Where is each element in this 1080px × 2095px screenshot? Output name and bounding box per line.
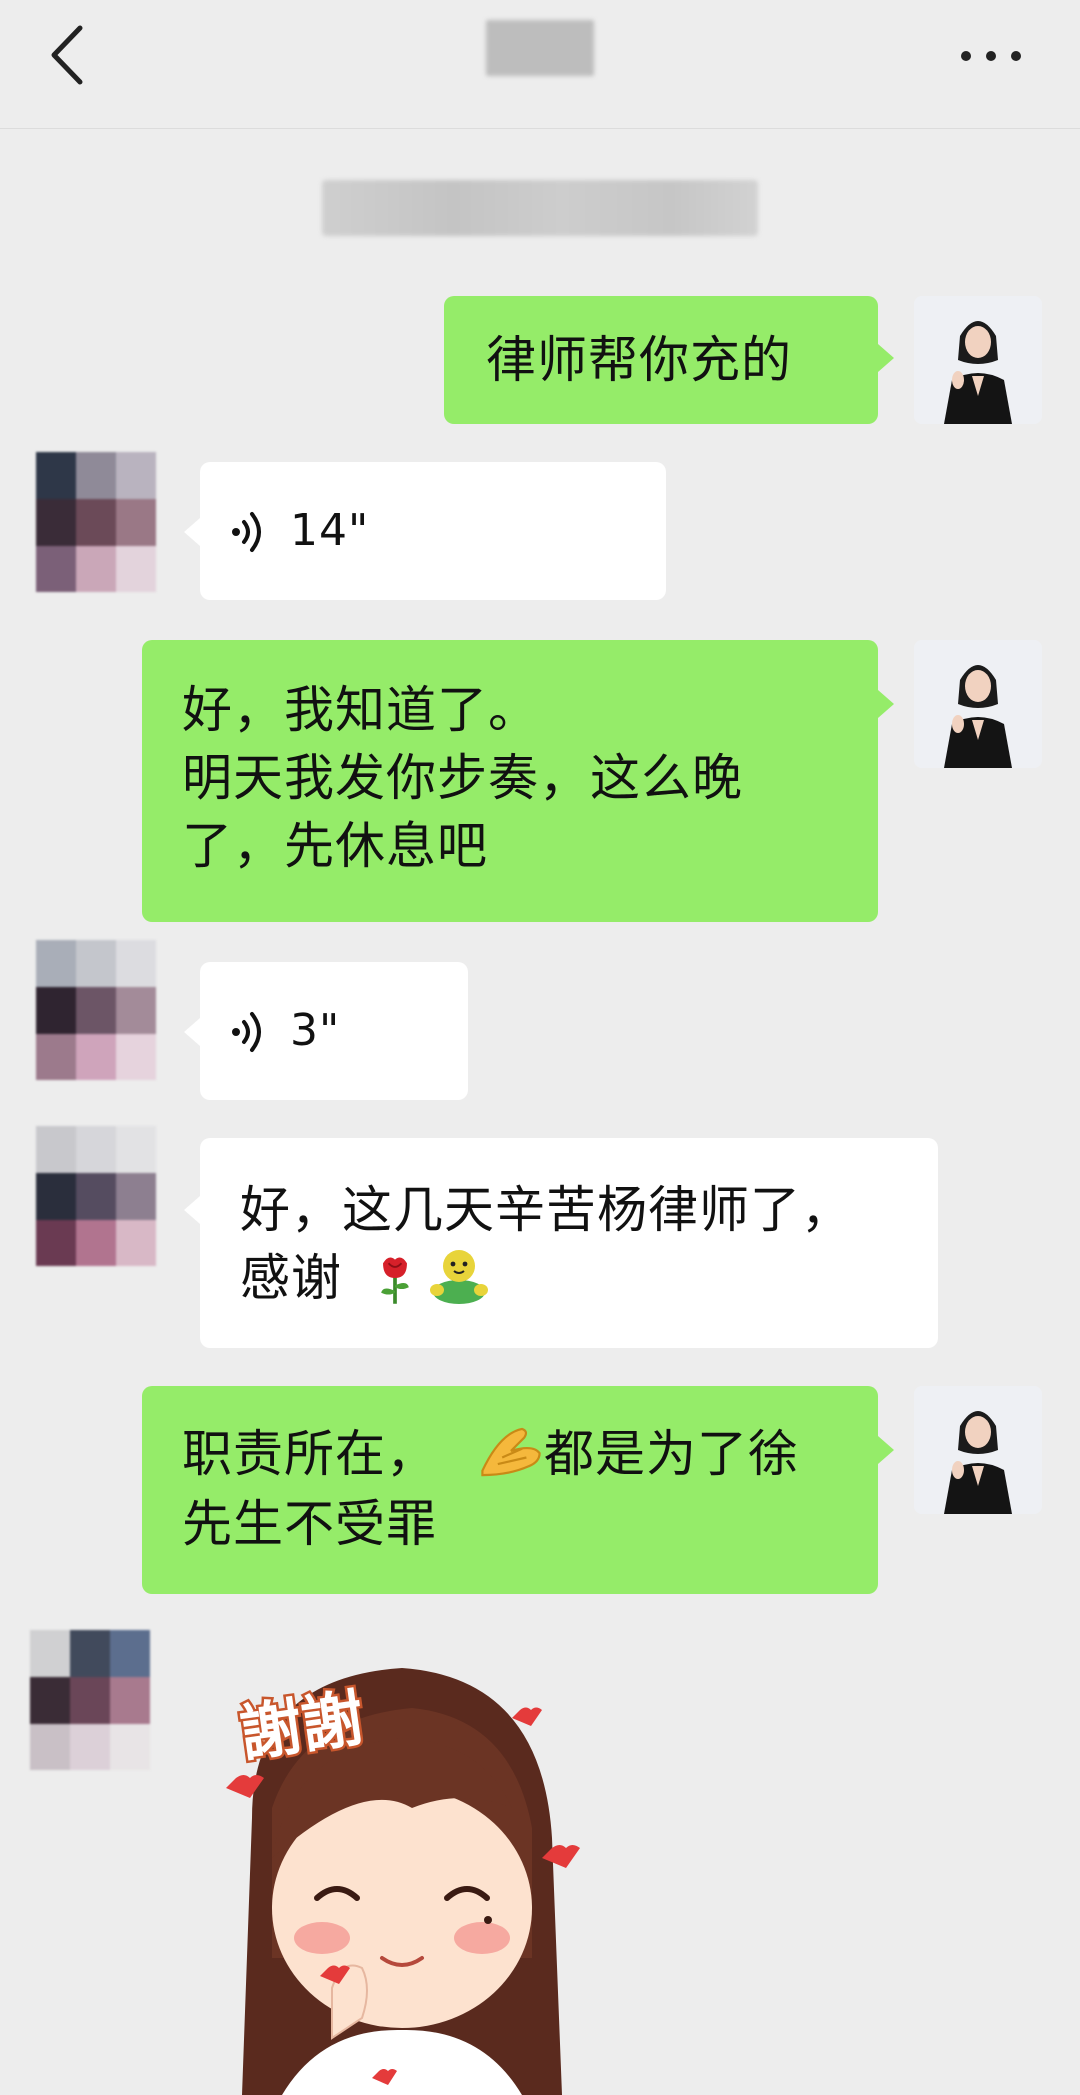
bubble-tail: [184, 518, 200, 546]
avatar-other-blurred[interactable]: [30, 1630, 150, 1770]
timestamp-blurred: [322, 180, 758, 236]
more-dots-icon[interactable]: [958, 46, 1024, 66]
lawyer-avatar-icon: [914, 296, 1042, 424]
hands-together-emoji: [481, 1427, 541, 1477]
message-bubble-sent[interactable]: 律师帮你充的: [444, 296, 878, 424]
avatar-other-blurred[interactable]: [36, 1126, 156, 1266]
message-text-line: 先生不受罪: [182, 1495, 437, 1553]
message-text: 律师帮你充的: [486, 331, 792, 389]
bubble-tail: [878, 1436, 894, 1464]
voice-wave-icon: [232, 512, 261, 552]
message-bubble-sent[interactable]: 职责所在， 都是为了徐 先生不受罪: [142, 1386, 878, 1594]
lawyer-avatar-icon: [914, 1386, 1042, 1514]
hug-emoji: [430, 1250, 488, 1304]
chevron-left-icon[interactable]: [44, 22, 94, 88]
avatar-other-blurred[interactable]: [36, 452, 156, 592]
thank-you-sticker[interactable]: 謝謝: [212, 1658, 592, 2095]
voice-wave-icon: [232, 1012, 261, 1052]
message-text-line: 好，这几天辛苦杨律师了，: [240, 1181, 852, 1239]
lawyer-avatar-icon: [914, 640, 1042, 768]
message-bubble-sent[interactable]: 好，我知道了。 明天我发你步奏，这么晚 了，先休息吧: [142, 640, 878, 922]
rose-emoji: [381, 1257, 409, 1304]
voice-duration: 3": [290, 1005, 341, 1056]
message-text-line: 了，先休息吧: [182, 817, 488, 875]
message-text-segment: 都是为了徐: [544, 1425, 799, 1483]
bubble-tail: [184, 1018, 200, 1046]
message-bubble-received[interactable]: 好，这几天辛苦杨律师了， 感谢: [200, 1138, 938, 1348]
chat-header: [0, 0, 1080, 129]
message-text-line: 明天我发你步奏，这么晚: [182, 749, 743, 807]
avatar-other-blurred[interactable]: [36, 940, 156, 1080]
voice-duration: 14": [290, 505, 370, 556]
chat-title-blurred: [486, 20, 594, 76]
avatar-self[interactable]: [914, 1386, 1042, 1514]
avatar-self[interactable]: [914, 640, 1042, 768]
voice-message[interactable]: 3": [200, 962, 468, 1100]
avatar-self[interactable]: [914, 296, 1042, 424]
bubble-tail: [878, 690, 894, 718]
message-text-segment: 职责所在，: [182, 1425, 437, 1483]
bubble-tail: [184, 1196, 200, 1224]
message-text-line: 好，我知道了。: [182, 681, 539, 739]
message-text-line: 感谢: [240, 1249, 342, 1307]
bubble-tail: [878, 344, 894, 372]
voice-message[interactable]: 14": [200, 462, 666, 600]
